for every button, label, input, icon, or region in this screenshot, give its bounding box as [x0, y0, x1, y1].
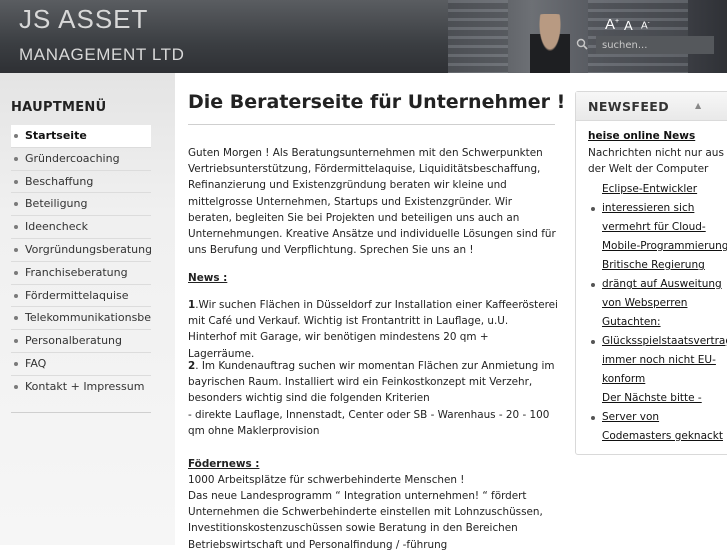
logo-line2[interactable]: MANAGEMENT LTD — [19, 45, 185, 65]
bullet-icon — [591, 416, 595, 420]
nav-title: HAUPTMENÜ — [11, 100, 107, 115]
nav-item-vorgruendungsberatung[interactable]: Vorgründungsberatung — [11, 239, 151, 262]
intro-paragraph: Guten Morgen ! Als Beratungsunternehmen … — [188, 147, 556, 257]
bullet-icon — [591, 207, 595, 211]
nav-item-kontakt-impressum[interactable]: Kontakt + Impressum — [11, 376, 151, 399]
bullet-icon — [14, 179, 18, 184]
feed-item-line[interactable]: vermehrt für Cloud- — [602, 218, 727, 237]
foerdernews-text: Das neue Landesprogramm “ Integration un… — [188, 490, 543, 551]
feed-list: Eclipse-Entwickler interessieren sich ve… — [591, 180, 727, 446]
feed-item-line[interactable]: Der Nächste bitte - — [602, 389, 727, 408]
collapse-icon[interactable]: ▲ — [695, 101, 701, 110]
feed-source-description: Nachrichten nicht nur aus der Welt der C… — [588, 147, 724, 176]
nav-divider — [11, 412, 151, 413]
bullet-icon — [14, 384, 18, 389]
nav-item-beteiligung[interactable]: Beteiligung — [11, 193, 151, 217]
feed-item-line[interactable]: Codemasters geknackt — [602, 427, 727, 446]
nav-item-ideencheck[interactable]: Ideencheck — [11, 216, 151, 239]
feed-item-line[interactable]: von Websperren — [602, 294, 727, 313]
bullet-icon — [14, 202, 18, 207]
nav-item-foerdermittelaquise[interactable]: Fördermittelaquise — [11, 285, 151, 308]
feed-item-line[interactable]: Eclipse-Entwickler — [602, 180, 727, 199]
bullet-icon — [14, 156, 18, 161]
nav-item-faq[interactable]: FAQ — [11, 353, 151, 376]
feed-item-line[interactable]: Glücksspielstaatsvertrag — [591, 332, 727, 351]
nav-item-franchiseberatung[interactable]: Franchiseberatung — [11, 262, 151, 285]
title-divider — [188, 124, 555, 125]
bullet-icon — [14, 293, 18, 298]
font-size-reset-button[interactable]: A — [624, 18, 633, 33]
feed-item-line[interactable]: drängt auf Ausweitung — [591, 275, 727, 294]
nav-item-telekommunikationsberatung[interactable]: Telekommunikationsberatung — [11, 307, 151, 331]
feed-item-line[interactable]: Gutachten: — [602, 313, 727, 332]
font-size-decrease-button[interactable]: A- — [641, 20, 650, 31]
foerdernews-line1: 1000 Arbeitsplätze für schwerbehinderte … — [188, 474, 465, 486]
feed-source-link[interactable]: heise online News — [588, 130, 695, 142]
nav-item-personalberatung[interactable]: Personalberatung — [11, 330, 151, 353]
news-item-1: 1.Wir suchen Flächen in Düsseldorf zur I… — [188, 299, 558, 360]
font-size-increase-button[interactable]: A+ — [605, 16, 619, 33]
site-header: JS ASSET MANAGEMENT LTD A+ A A- — [0, 0, 727, 73]
newsfeed-title: NEWSFEED — [588, 99, 669, 114]
feed-item-line[interactable]: konform — [602, 370, 727, 389]
feed-item-line[interactable]: Mobile-Programmierung — [602, 237, 727, 256]
person-photo — [530, 14, 570, 73]
main-menu: Startseite Gründercoaching Beschaffung B… — [11, 125, 151, 399]
bullet-icon — [14, 225, 18, 230]
nav-item-gruendercoaching[interactable]: Gründercoaching — [11, 148, 151, 171]
feed-item-line[interactable]: interessieren sich — [591, 199, 727, 218]
bullet-icon — [14, 361, 18, 366]
bullet-icon — [591, 283, 595, 287]
nav-item-beschaffung[interactable]: Beschaffung — [11, 171, 151, 194]
bullet-icon — [591, 340, 595, 344]
news-heading: News : — [188, 272, 228, 284]
newsfeed-header: NEWSFEED ▲ — [576, 92, 727, 121]
bullet-icon — [14, 339, 18, 344]
feed-item-line[interactable]: Britische Regierung — [602, 256, 727, 275]
page-title: Die Beraterseite für Unternehmer ! — [188, 91, 566, 113]
bullet-icon — [14, 247, 18, 252]
search-icon[interactable] — [576, 38, 588, 50]
search-input[interactable] — [596, 36, 714, 54]
foerdernews-heading: Födernews : — [188, 458, 260, 470]
feed-item-line[interactable]: immer noch nicht EU- — [602, 351, 727, 370]
feed-item-line[interactable]: Server von — [591, 408, 727, 427]
bullet-icon — [14, 316, 18, 321]
logo-line1[interactable]: JS ASSET — [19, 4, 148, 35]
nav-item-startseite[interactable]: Startseite — [11, 125, 151, 148]
bullet-icon — [14, 134, 18, 138]
news-item-2: 2. Im Kundenauftrag suchen wir momentan … — [188, 360, 555, 437]
bullet-icon — [14, 270, 18, 275]
